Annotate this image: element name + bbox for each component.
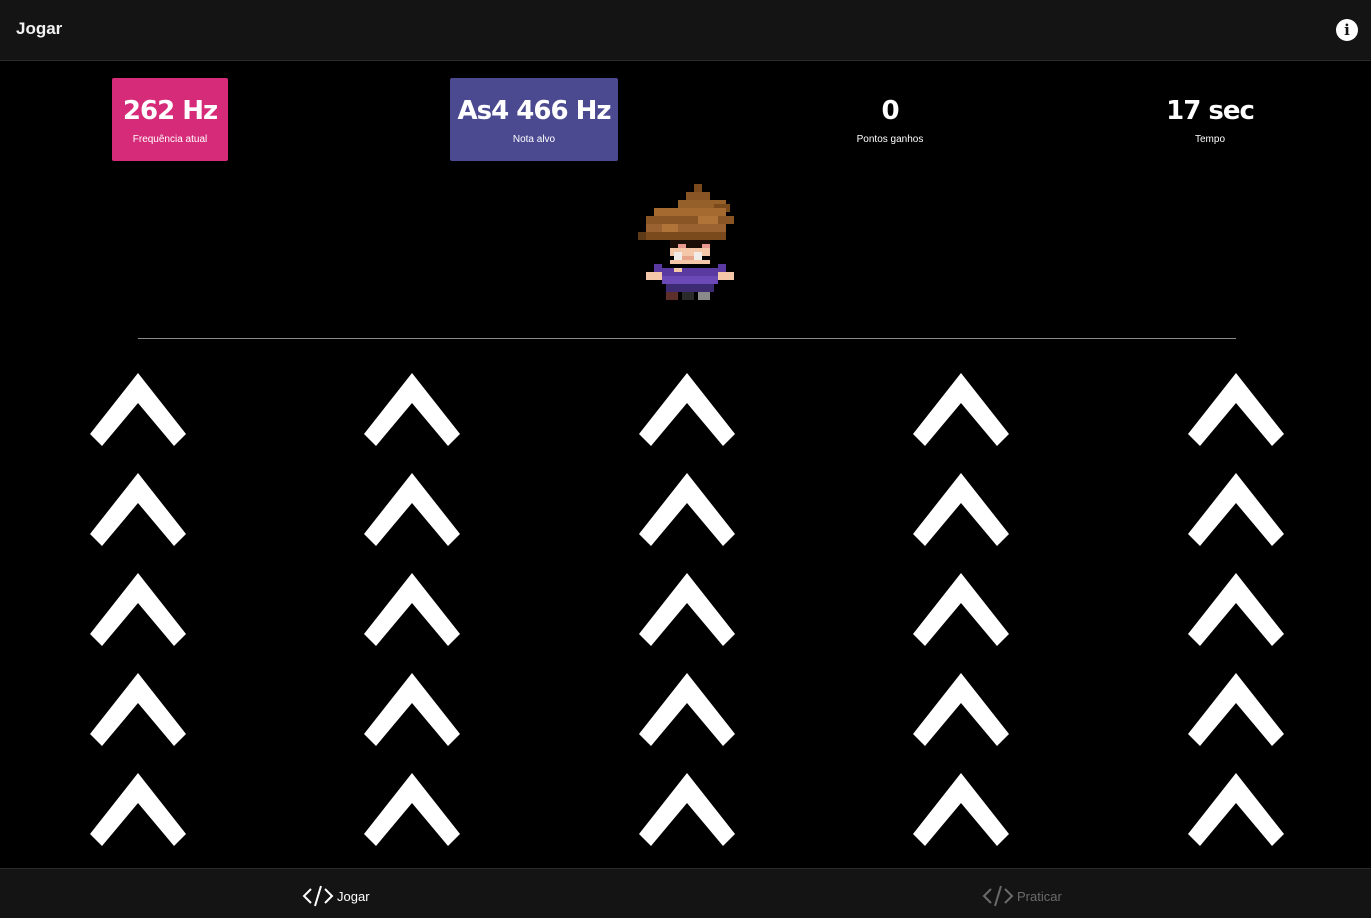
target-note-card: As4 466 Hz Nota alvo — [450, 78, 618, 161]
target-note-label: Nota alvo — [512, 134, 556, 145]
track-divider — [138, 338, 1236, 339]
chevron-up-icon[interactable] — [913, 373, 1009, 447]
player-character-sprite — [638, 184, 734, 300]
chevron-up-icon[interactable] — [639, 673, 735, 747]
time-stat: 17 sec Tempo — [1160, 78, 1260, 161]
chevron-up-icon[interactable] — [639, 773, 735, 847]
chevron-up-icon[interactable] — [364, 573, 460, 647]
chevron-up-icon[interactable] — [1188, 673, 1284, 747]
tab-jogar[interactable]: Jogar — [302, 884, 370, 908]
top-bar: Jogar i — [0, 0, 1371, 61]
arrow-grid — [0, 360, 1371, 860]
tab-praticar-label: Praticar — [1017, 888, 1062, 904]
time-label: Tempo — [1194, 134, 1225, 145]
chevron-up-icon[interactable] — [90, 573, 186, 647]
info-icon[interactable]: i — [1336, 19, 1358, 41]
target-note-value: As4 466 Hz — [457, 96, 612, 126]
chevron-up-icon[interactable] — [639, 373, 735, 447]
chevron-up-icon[interactable] — [913, 473, 1009, 547]
points-label: Pontos ganhos — [856, 134, 924, 145]
time-value: 17 sec — [1166, 96, 1255, 126]
chevron-up-icon[interactable] — [90, 473, 186, 547]
chevron-up-icon[interactable] — [639, 473, 735, 547]
points-stat: 0 Pontos ganhos — [840, 78, 940, 161]
chevron-up-icon[interactable] — [90, 373, 186, 447]
chevron-up-icon[interactable] — [1188, 773, 1284, 847]
page-title: Jogar — [16, 19, 63, 38]
chevron-up-icon[interactable] — [1188, 473, 1284, 547]
code-icon — [302, 885, 334, 907]
chevron-up-icon[interactable] — [90, 673, 186, 747]
current-frequency-value: 262 Hz — [122, 96, 218, 126]
game-screen: Jogar i 262 Hz Frequência atual As4 466 … — [0, 0, 1371, 918]
current-frequency-label: Frequência atual — [132, 134, 208, 145]
current-frequency-card: 262 Hz Frequência atual — [112, 78, 228, 161]
tab-praticar[interactable]: Praticar — [982, 884, 1062, 908]
chevron-up-icon[interactable] — [913, 573, 1009, 647]
chevron-up-icon[interactable] — [913, 773, 1009, 847]
bottom-nav: Jogar Praticar — [0, 868, 1371, 918]
chevron-up-icon[interactable] — [90, 773, 186, 847]
chevron-up-icon[interactable] — [639, 573, 735, 647]
chevron-up-icon[interactable] — [913, 673, 1009, 747]
chevron-up-icon[interactable] — [1188, 573, 1284, 647]
chevron-up-icon[interactable] — [1188, 373, 1284, 447]
chevron-up-icon[interactable] — [364, 673, 460, 747]
chevron-up-icon[interactable] — [364, 373, 460, 447]
chevron-up-icon[interactable] — [364, 473, 460, 547]
chevron-up-icon[interactable] — [364, 773, 460, 847]
points-value: 0 — [881, 96, 899, 126]
tab-jogar-label: Jogar — [337, 888, 370, 904]
code-icon — [982, 885, 1014, 907]
